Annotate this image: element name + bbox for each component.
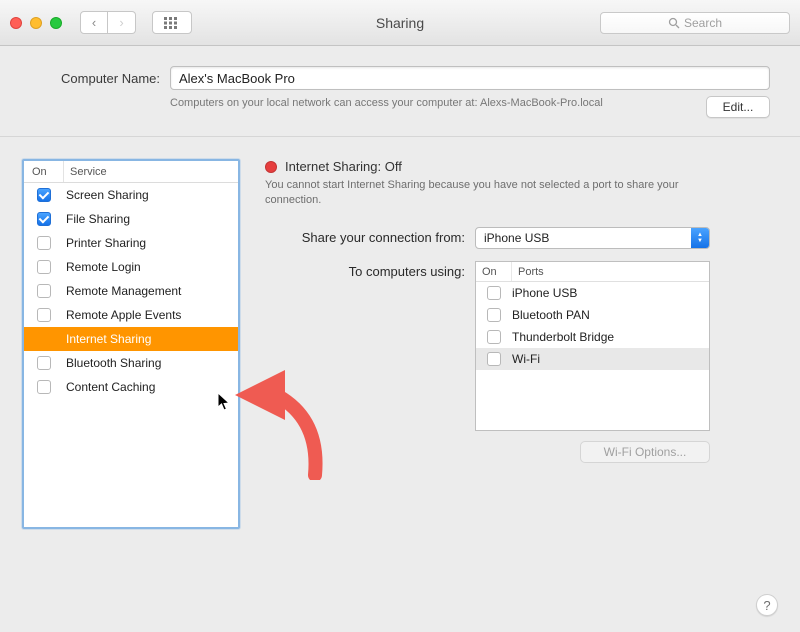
chevron-left-icon: ‹ — [92, 15, 96, 30]
computer-name-subtext: Computers on your local network can acce… — [170, 96, 706, 111]
port-checkbox[interactable] — [487, 308, 501, 322]
port-label: Thunderbolt Bridge — [512, 330, 614, 344]
port-label: Wi-Fi — [512, 352, 540, 366]
grid-icon — [164, 17, 180, 29]
services-header-service[interactable]: Service — [64, 161, 238, 182]
computer-name-input[interactable] — [170, 66, 770, 90]
service-checkbox[interactable] — [37, 332, 51, 346]
main-panel: On Service Screen Sharing File Sharing Pri… — [0, 137, 800, 551]
service-label: Content Caching — [64, 380, 155, 394]
service-label: Screen Sharing — [64, 188, 149, 202]
service-row[interactable]: Remote Apple Events — [24, 303, 238, 327]
service-label: File Sharing — [64, 212, 130, 226]
service-label: Bluetooth Sharing — [64, 356, 161, 370]
service-label: Printer Sharing — [64, 236, 146, 250]
service-checkbox[interactable] — [37, 212, 51, 226]
search-icon — [668, 17, 680, 29]
minimize-icon[interactable] — [30, 17, 42, 29]
port-row[interactable]: Bluetooth PAN — [476, 304, 709, 326]
search-placeholder: Search — [684, 16, 722, 30]
help-button[interactable]: ? — [756, 594, 778, 616]
port-row[interactable]: Wi-Fi — [476, 348, 709, 370]
back-button[interactable]: ‹ — [80, 11, 108, 34]
service-detail: Internet Sharing: Off You cannot start I… — [265, 159, 778, 529]
dropdown-arrows-icon: ▲▼ — [691, 228, 709, 248]
service-row[interactable]: Printer Sharing — [24, 231, 238, 255]
services-header-on[interactable]: On — [24, 161, 64, 182]
status-indicator-icon — [265, 161, 277, 173]
port-checkbox[interactable] — [487, 330, 501, 344]
computer-name-label: Computer Name: — [30, 71, 160, 86]
ports-header-on[interactable]: On — [476, 262, 512, 281]
search-input[interactable]: Search — [600, 12, 790, 34]
service-label: Internet Sharing — [64, 332, 151, 346]
traffic-lights — [10, 17, 62, 29]
nav-buttons: ‹ › — [80, 11, 136, 34]
help-icon: ? — [763, 598, 770, 613]
service-row[interactable]: Remote Management — [24, 279, 238, 303]
services-header: On Service — [24, 161, 238, 183]
ports-header-ports[interactable]: Ports — [512, 262, 709, 281]
services-list[interactable]: On Service Screen Sharing File Sharing Pri… — [22, 159, 240, 529]
service-row[interactable]: Content Caching — [24, 375, 238, 399]
service-label: Remote Management — [64, 284, 181, 298]
ports-list[interactable]: On Ports iPhone USB Bluetooth PAN Thunderb… — [475, 261, 710, 431]
zoom-icon[interactable] — [50, 17, 62, 29]
share-from-label: Share your connection from: — [265, 227, 475, 245]
show-all-button[interactable] — [152, 11, 192, 34]
service-checkbox[interactable] — [37, 284, 51, 298]
port-label: Bluetooth PAN — [512, 308, 590, 322]
service-label: Remote Apple Events — [64, 308, 181, 322]
close-icon[interactable] — [10, 17, 22, 29]
port-label: iPhone USB — [512, 286, 577, 300]
service-checkbox[interactable] — [37, 236, 51, 250]
forward-button[interactable]: › — [108, 11, 136, 34]
share-from-value: iPhone USB — [484, 231, 549, 245]
service-checkbox[interactable] — [37, 380, 51, 394]
status-title: Internet Sharing: Off — [285, 159, 402, 174]
chevron-right-icon: › — [119, 15, 123, 30]
computer-name-section: Computer Name: Computers on your local n… — [0, 46, 800, 137]
share-from-dropdown[interactable]: iPhone USB ▲▼ — [475, 227, 710, 249]
status-description: You cannot start Internet Sharing becaus… — [265, 178, 725, 209]
port-row[interactable]: Thunderbolt Bridge — [476, 326, 709, 348]
service-checkbox[interactable] — [37, 356, 51, 370]
service-checkbox[interactable] — [37, 308, 51, 322]
to-computers-label: To computers using: — [265, 261, 475, 279]
service-row[interactable]: Screen Sharing — [24, 183, 238, 207]
service-row[interactable]: Remote Login — [24, 255, 238, 279]
service-checkbox[interactable] — [37, 260, 51, 274]
service-row[interactable]: Internet Sharing — [24, 327, 238, 351]
port-checkbox[interactable] — [487, 352, 501, 366]
service-checkbox[interactable] — [37, 188, 51, 202]
port-checkbox[interactable] — [487, 286, 501, 300]
window-titlebar: ‹ › Sharing Search — [0, 0, 800, 46]
service-label: Remote Login — [64, 260, 141, 274]
service-row[interactable]: File Sharing — [24, 207, 238, 231]
service-row[interactable]: Bluetooth Sharing — [24, 351, 238, 375]
edit-button[interactable]: Edit... — [706, 96, 770, 118]
port-row[interactable]: iPhone USB — [476, 282, 709, 304]
wifi-options-button: Wi-Fi Options... — [580, 441, 710, 463]
